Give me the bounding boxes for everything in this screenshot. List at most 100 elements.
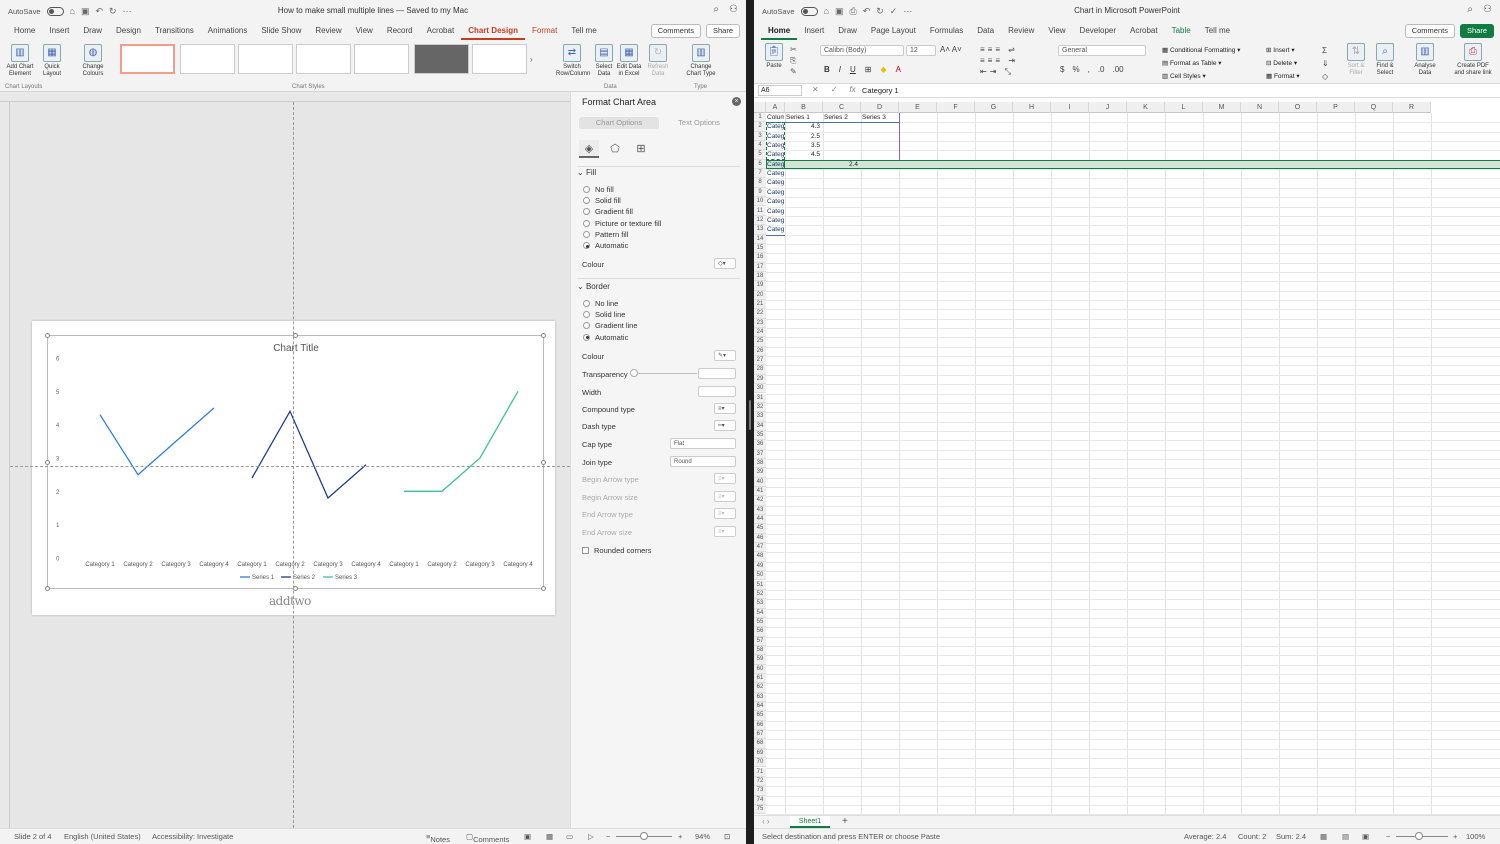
ppt-tab-10[interactable]: Acrobat bbox=[420, 22, 462, 40]
tab-chart-options[interactable]: Chart Options bbox=[579, 117, 659, 129]
row-header[interactable]: 1 bbox=[754, 113, 766, 123]
zoom-in-icon[interactable]: + bbox=[678, 832, 682, 841]
column-header-N[interactable]: N bbox=[1241, 102, 1279, 113]
row-header[interactable]: 40 bbox=[754, 477, 766, 487]
row-header[interactable]: 8 bbox=[754, 178, 766, 188]
row-header[interactable]: 27 bbox=[754, 356, 766, 366]
resize-handle-bl[interactable] bbox=[45, 586, 50, 591]
xl-tab-7[interactable]: View bbox=[1041, 22, 1072, 40]
add-chart-element-button[interactable]: ▥ Add Chart Element bbox=[6, 44, 34, 78]
row-header[interactable]: 25 bbox=[754, 337, 766, 347]
row-header[interactable]: 10 bbox=[754, 197, 766, 207]
borders-icon[interactable]: ⊞ bbox=[865, 65, 872, 74]
edit-data-in-excel-button[interactable]: ▦ Edit Data in Excel bbox=[615, 44, 643, 78]
row-header[interactable]: 36 bbox=[754, 440, 766, 450]
row-header[interactable]: 19 bbox=[754, 281, 766, 291]
font-name-dropdown[interactable]: Calibri (Body) bbox=[820, 45, 904, 56]
row-header[interactable]: 17 bbox=[754, 262, 766, 272]
radio-button[interactable] bbox=[583, 219, 590, 227]
row-header[interactable]: 3 bbox=[754, 131, 766, 142]
column-header-E[interactable]: E bbox=[899, 102, 937, 113]
row-header[interactable]: 35 bbox=[754, 430, 766, 441]
editing-icons[interactable]: Σ ⇓ ◇ bbox=[1322, 44, 1329, 83]
cell[interactable]: Category 2 bbox=[767, 207, 784, 216]
xl-tell-me[interactable]: Tell me bbox=[1198, 22, 1237, 40]
fill-line-icon[interactable]: ◈ bbox=[579, 140, 599, 158]
row-header[interactable]: 48 bbox=[754, 552, 766, 562]
slide-sorter-icon[interactable]: ▦ bbox=[546, 832, 553, 841]
fill-option-5[interactable]: Automatic bbox=[583, 241, 628, 250]
xl-comments-button[interactable]: Comments bbox=[1404, 24, 1455, 38]
resize-handle-tr[interactable] bbox=[541, 333, 546, 338]
row-header[interactable]: 6 bbox=[754, 159, 766, 170]
name-box[interactable]: A6 bbox=[758, 85, 802, 96]
normal-view-icon[interactable]: ▣ bbox=[524, 832, 531, 841]
row-header[interactable]: 33 bbox=[754, 412, 766, 422]
row-header[interactable]: 75 bbox=[754, 804, 766, 815]
column-header-Q[interactable]: Q bbox=[1355, 102, 1393, 113]
fill-option-4[interactable]: Pattern fill bbox=[583, 230, 628, 239]
radio-button[interactable] bbox=[583, 230, 590, 238]
resize-handle-r[interactable] bbox=[541, 460, 546, 465]
more-icon[interactable]: ⋯ bbox=[903, 6, 912, 17]
begin-arrow-size-dropdown[interactable]: ≡▾ bbox=[714, 491, 736, 502]
column-header-L[interactable]: L bbox=[1165, 102, 1203, 113]
page-layout-view-icon[interactable]: ▤ bbox=[1342, 832, 1349, 841]
chart-style-6[interactable] bbox=[414, 44, 469, 74]
zoom-in-icon[interactable]: + bbox=[1453, 832, 1457, 841]
compound-type-dropdown[interactable]: ≡▾ bbox=[714, 403, 736, 414]
cell[interactable]: Series 2 bbox=[824, 113, 860, 122]
language-indicator[interactable]: English (United States) bbox=[64, 832, 141, 841]
italic-icon[interactable]: I bbox=[839, 65, 841, 74]
slide-canvas[interactable]: Chart Title 0 1 2 3 4 5 6 Category 1 Category 2 Ca… bbox=[10, 102, 570, 828]
row-header[interactable]: 46 bbox=[754, 533, 766, 544]
share-people-icon[interactable]: ⚇ bbox=[729, 4, 738, 15]
row-header[interactable]: 38 bbox=[754, 458, 766, 469]
refresh-data-button[interactable]: ↻ Refresh Data bbox=[644, 44, 672, 78]
clipboard-small-icons[interactable]: ✂ ⎘ ✎ bbox=[790, 44, 797, 77]
ppt-tab-0[interactable]: Home bbox=[7, 22, 42, 40]
chart-area[interactable]: Chart Title 0 1 2 3 4 5 6 Category 1 Category 2 Ca… bbox=[45, 333, 546, 591]
row-header[interactable]: 57 bbox=[754, 636, 766, 646]
cell[interactable]: Category 3 bbox=[767, 178, 784, 187]
radio-button[interactable] bbox=[583, 186, 590, 193]
column-header-F[interactable]: F bbox=[937, 102, 975, 113]
fill-icon[interactable]: ⇓ bbox=[1322, 59, 1329, 68]
conditional-formatting-button[interactable]: ▦ Conditional Formatting ▾ bbox=[1162, 44, 1240, 57]
currency-icon[interactable]: $ bbox=[1060, 65, 1064, 74]
xl-tab-4[interactable]: Formulas bbox=[923, 22, 970, 40]
row-header[interactable]: 13 bbox=[754, 225, 766, 235]
notes-button[interactable]: ≡ Notes bbox=[426, 832, 450, 844]
row-header[interactable]: 29 bbox=[754, 374, 766, 385]
row-header[interactable]: 52 bbox=[754, 589, 766, 600]
row-header[interactable]: 64 bbox=[754, 702, 766, 712]
ppt-share-button[interactable]: Share bbox=[705, 24, 740, 38]
redo-icon[interactable]: ↻ bbox=[876, 6, 884, 17]
fit-slide-icon[interactable]: ⊡ bbox=[724, 832, 730, 841]
row-header[interactable]: 70 bbox=[754, 758, 766, 768]
row-header[interactable]: 16 bbox=[754, 253, 766, 263]
cell[interactable]: 2.4 bbox=[824, 160, 860, 169]
divider-grip[interactable] bbox=[749, 400, 751, 430]
reading-view-icon[interactable]: ▭ bbox=[566, 832, 573, 841]
column-header-P[interactable]: P bbox=[1317, 102, 1355, 113]
row-header[interactable]: 22 bbox=[754, 309, 766, 319]
column-header-B[interactable]: B bbox=[785, 102, 823, 113]
create-pdf-button[interactable]: ⎙ Create PDF and share link bbox=[1452, 43, 1494, 77]
row-header[interactable]: 44 bbox=[754, 515, 766, 525]
row-header[interactable]: 24 bbox=[754, 328, 766, 338]
radio-button[interactable] bbox=[583, 242, 590, 249]
share-people-icon[interactable]: ⚇ bbox=[1483, 4, 1492, 15]
font-color-icon[interactable]: A bbox=[896, 65, 901, 74]
row-header[interactable]: 28 bbox=[754, 365, 766, 375]
change-chart-type-button[interactable]: ▥ Change Chart Type bbox=[684, 44, 718, 78]
row-header[interactable]: 45 bbox=[754, 524, 766, 534]
select-data-button[interactable]: ▤ Select Data bbox=[590, 44, 618, 78]
column-header-H[interactable]: H bbox=[1013, 102, 1051, 113]
xl-tab-5[interactable]: Data bbox=[970, 22, 1001, 40]
row-header[interactable]: 26 bbox=[754, 346, 766, 357]
column-header-K[interactable]: K bbox=[1127, 102, 1165, 113]
radio-button[interactable] bbox=[583, 208, 590, 216]
underline-icon[interactable]: U bbox=[850, 65, 856, 74]
size-properties-icon[interactable]: ⊞ bbox=[631, 140, 651, 158]
